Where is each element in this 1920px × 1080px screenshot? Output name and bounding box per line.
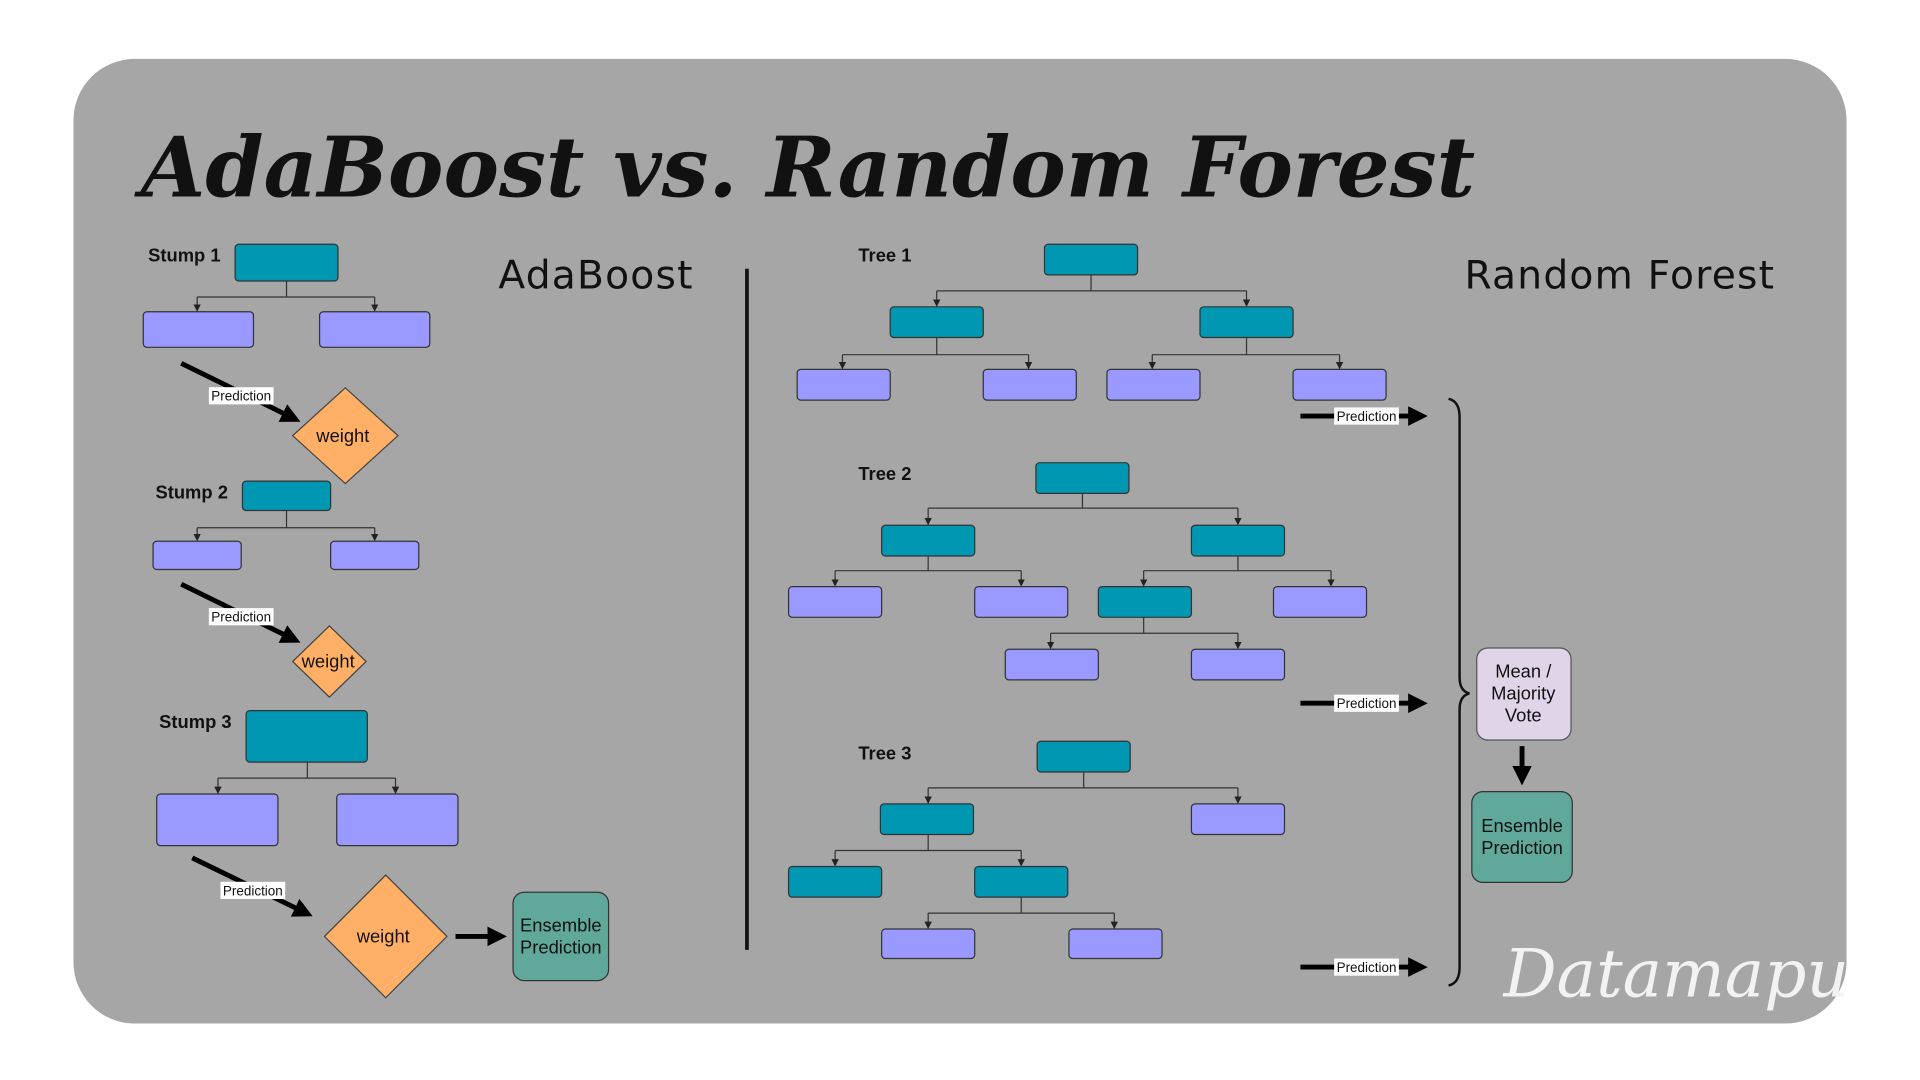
decision-node xyxy=(889,306,984,339)
decision-node xyxy=(881,524,976,557)
decision-node xyxy=(1199,306,1294,339)
decision-node xyxy=(1097,586,1193,618)
leaf-node xyxy=(1068,928,1163,960)
rf-ensemble-box: Ensemble Prediction xyxy=(1471,790,1573,884)
leaf-node xyxy=(1292,368,1387,401)
leaf-node xyxy=(156,793,279,847)
tree-2-label: Tree 2 xyxy=(858,463,911,484)
leaf-node xyxy=(796,368,891,401)
svg-text:weight: weight xyxy=(315,425,369,446)
decision-node xyxy=(1043,243,1139,276)
decision-node xyxy=(1035,462,1130,494)
stump-3-label: Stump 3 xyxy=(159,711,231,732)
svg-text:weight: weight xyxy=(356,926,410,947)
leaf-node xyxy=(787,586,883,618)
decision-node xyxy=(974,865,1069,898)
stump-1-label: Stump 1 xyxy=(148,244,220,265)
svg-text:Prediction: Prediction xyxy=(1481,837,1563,858)
leaf-node xyxy=(152,540,242,571)
decision-node xyxy=(245,709,368,763)
leaf-node xyxy=(336,793,459,847)
decision-node xyxy=(234,243,339,282)
prediction-label: Prediction xyxy=(211,389,271,404)
tree-1-label: Tree 1 xyxy=(858,244,911,265)
prediction-label: Prediction xyxy=(1337,409,1397,424)
tree-3-label: Tree 3 xyxy=(858,743,911,764)
svg-text:Vote: Vote xyxy=(1505,705,1542,726)
leaf-node xyxy=(142,311,255,348)
stump-2-label: Stump 2 xyxy=(156,481,228,502)
leaf-node xyxy=(1190,648,1286,681)
decision-node xyxy=(879,803,975,836)
prediction-label: Prediction xyxy=(1337,960,1397,975)
adaboost-ensemble-box: Ensemble Prediction xyxy=(512,891,610,982)
svg-text:Prediction: Prediction xyxy=(520,937,602,958)
vote-box: Mean / Majority Vote xyxy=(1476,647,1572,741)
svg-text:weight: weight xyxy=(301,651,355,672)
leaf-node xyxy=(318,311,431,348)
decision-node xyxy=(1190,524,1286,557)
leaf-node xyxy=(1004,648,1099,681)
decision-node xyxy=(787,865,883,898)
datamapu-watermark: Datamapu xyxy=(1503,935,1849,1012)
decision-node xyxy=(1036,740,1131,773)
prediction-label: Prediction xyxy=(223,883,283,898)
leaf-node xyxy=(881,928,976,960)
leaf-node xyxy=(1272,586,1368,618)
diagram-canvas: AdaBoost vs. Random Forest AdaBoost Rand… xyxy=(73,58,1849,1024)
adaboost-heading: AdaBoost xyxy=(498,253,693,298)
svg-text:Mean /: Mean / xyxy=(1495,660,1552,681)
svg-text:Ensemble: Ensemble xyxy=(520,914,602,935)
random-forest-heading: Random Forest xyxy=(1464,253,1775,298)
leaf-node xyxy=(1106,368,1201,401)
leaf-node xyxy=(982,368,1077,401)
svg-text:Ensemble: Ensemble xyxy=(1481,815,1563,836)
prediction-label: Prediction xyxy=(211,610,271,625)
prediction-label: Prediction xyxy=(1337,696,1397,711)
page-title: AdaBoost vs. Random Forest xyxy=(134,118,1475,216)
decision-node xyxy=(241,480,332,512)
svg-text:Majority: Majority xyxy=(1491,683,1556,704)
leaf-node xyxy=(330,540,420,571)
leaf-node xyxy=(974,586,1069,618)
leaf-node xyxy=(1190,803,1286,836)
